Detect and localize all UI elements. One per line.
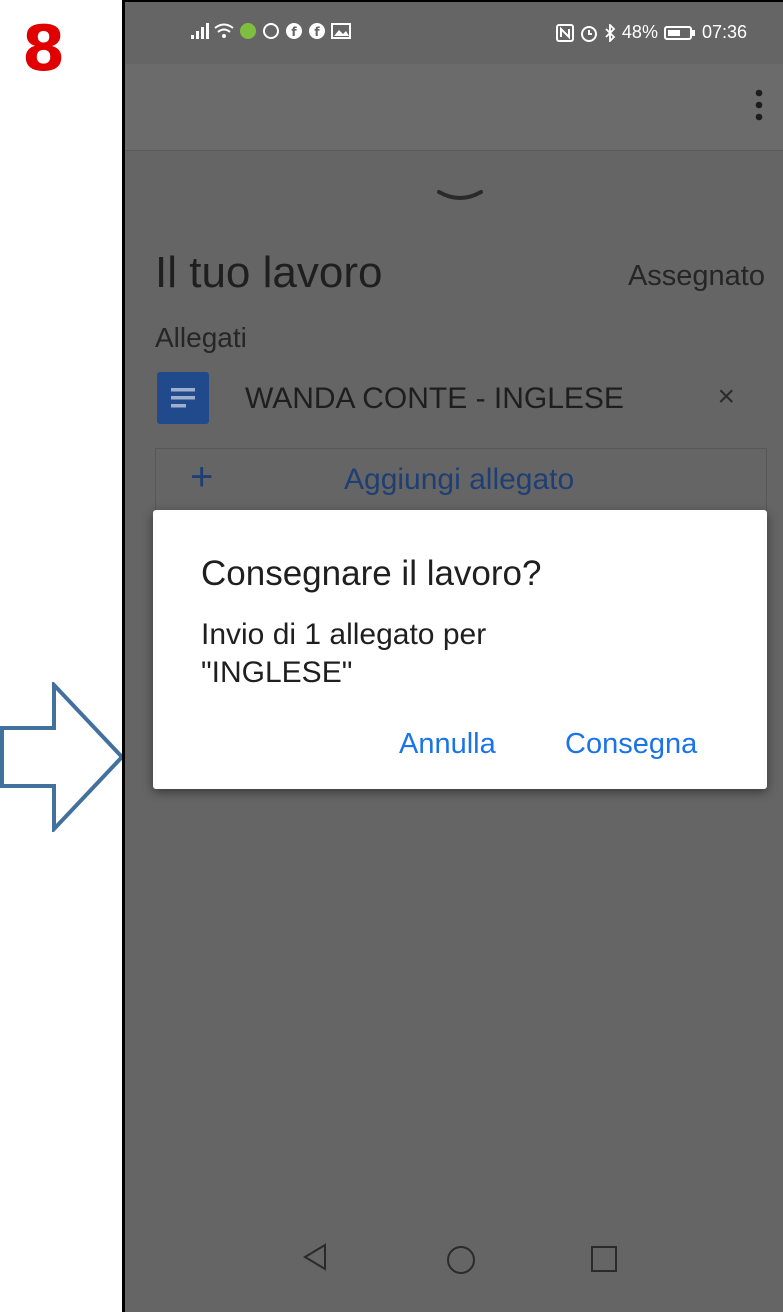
home-icon[interactable] bbox=[445, 1244, 477, 1276]
bluetooth-icon bbox=[605, 23, 616, 42]
remove-attachment-icon[interactable]: × bbox=[717, 380, 735, 414]
dialog-title: Consegnare il lavoro? bbox=[201, 554, 542, 593]
turn-in-dialog: Consegnare il lavoro? Invio di 1 allegat… bbox=[153, 510, 767, 789]
phone-screen: f f 48% 07:36 Il tuo lavoro Assegnato Al… bbox=[122, 0, 783, 1312]
assignment-status: Assegnato bbox=[627, 260, 765, 292]
battery-percent: 48% bbox=[621, 22, 658, 42]
more-options-icon[interactable] bbox=[755, 88, 763, 122]
nfc-icon bbox=[555, 23, 574, 42]
clock: 07:36 bbox=[701, 22, 747, 42]
wifi-icon bbox=[214, 23, 234, 38]
status-bar: f f 48% 07:36 bbox=[125, 2, 783, 64]
svg-text:f: f bbox=[314, 25, 320, 39]
dialog-message-line2: "INGLESE" bbox=[201, 656, 353, 689]
collapse-sheet-icon[interactable] bbox=[435, 188, 485, 208]
signal-icon bbox=[191, 23, 209, 39]
status-right-icons: 48% 07:36 bbox=[555, 22, 747, 43]
add-attachment-button[interactable]: + Aggiungi allegato bbox=[155, 448, 767, 512]
your-work-title: Il tuo lavoro bbox=[155, 248, 383, 297]
back-icon[interactable] bbox=[301, 1242, 329, 1272]
gallery-icon bbox=[331, 23, 351, 39]
app-bar bbox=[125, 64, 783, 151]
facebook-icon: f bbox=[309, 23, 325, 39]
status-left-icons: f f bbox=[191, 22, 351, 40]
battery-icon bbox=[663, 25, 695, 40]
dialog-message: Invio di 1 allegato per "INGLESE" bbox=[201, 616, 721, 692]
whatsapp-icon bbox=[263, 23, 279, 39]
plus-icon: + bbox=[190, 455, 214, 499]
app-notification-icon bbox=[240, 23, 256, 39]
svg-text:f: f bbox=[291, 25, 297, 39]
attachments-label: Allegati bbox=[155, 322, 247, 353]
google-docs-icon bbox=[157, 372, 209, 424]
step-number: 8 bbox=[22, 12, 66, 85]
recents-icon[interactable] bbox=[590, 1245, 618, 1273]
navigation-bar bbox=[125, 1216, 783, 1312]
attachment-name[interactable]: WANDA CONTE - INGLESE bbox=[245, 382, 624, 416]
turn-in-button[interactable]: Consegna bbox=[565, 728, 697, 761]
cancel-button[interactable]: Annulla bbox=[399, 728, 496, 761]
facebook-icon: f bbox=[286, 23, 302, 39]
dialog-message-line1: Invio di 1 allegato per bbox=[201, 618, 487, 651]
alarm-icon bbox=[580, 25, 597, 42]
pointer-arrow-icon bbox=[0, 682, 125, 832]
add-attachment-label: Aggiungi allegato bbox=[344, 463, 575, 496]
